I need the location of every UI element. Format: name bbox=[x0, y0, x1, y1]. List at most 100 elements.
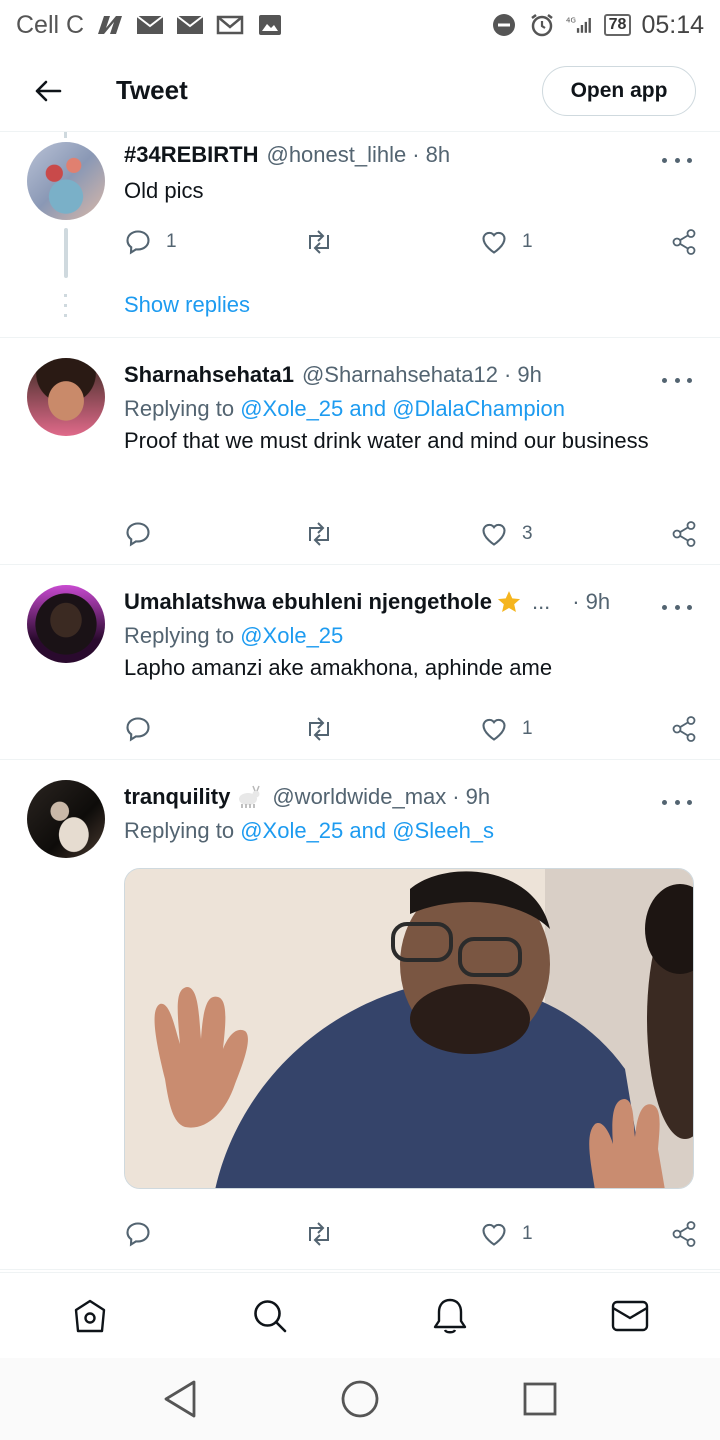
share-button[interactable] bbox=[670, 228, 698, 256]
circle-home-icon bbox=[341, 1380, 379, 1418]
like-button[interactable]: 3 bbox=[480, 521, 656, 547]
retweet-icon bbox=[309, 717, 329, 741]
nav-search[interactable] bbox=[240, 1286, 300, 1346]
timestamp[interactable]: 9h bbox=[586, 589, 610, 615]
display-name[interactable]: Umahlatshwa ebuhleni njengethole bbox=[124, 589, 492, 615]
separator-dot: · bbox=[504, 362, 512, 387]
share-icon bbox=[672, 229, 696, 255]
speech-bubble-icon bbox=[126, 717, 150, 742]
display-name[interactable]: tranquility bbox=[124, 784, 230, 810]
retweet-button[interactable] bbox=[304, 1221, 480, 1247]
tweet-text: Proof that we must drink water and mind … bbox=[124, 428, 649, 453]
retweet-button[interactable] bbox=[304, 521, 480, 547]
retweet-button[interactable] bbox=[304, 229, 480, 255]
mail-notification-icon bbox=[136, 14, 164, 36]
speech-bubble-icon bbox=[126, 522, 150, 547]
reply-count: 1 bbox=[166, 231, 177, 252]
clock: 05:14 bbox=[641, 10, 704, 39]
speech-bubble-icon bbox=[126, 1222, 150, 1247]
do-not-disturb-icon bbox=[490, 14, 518, 36]
like-button[interactable]: 1 bbox=[480, 229, 656, 255]
n-notification-icon bbox=[96, 14, 124, 36]
share-icon bbox=[672, 716, 696, 742]
system-home-button[interactable] bbox=[330, 1369, 390, 1429]
username[interactable]: @honest_lihle bbox=[266, 142, 406, 168]
carrier-label: Cell C bbox=[16, 10, 85, 39]
top-header: Tweet Open app bbox=[0, 50, 720, 132]
share-button[interactable] bbox=[670, 715, 698, 743]
avatar[interactable] bbox=[27, 585, 105, 663]
back-button[interactable] bbox=[18, 61, 78, 121]
system-recents-button[interactable] bbox=[510, 1369, 570, 1429]
gmail-notification-icon bbox=[216, 14, 244, 36]
nav-home[interactable] bbox=[60, 1286, 120, 1346]
more-options-button[interactable] bbox=[662, 792, 692, 812]
avatar[interactable] bbox=[27, 780, 105, 858]
more-horizontal-icon bbox=[662, 799, 667, 805]
bell-icon bbox=[433, 1298, 467, 1333]
status-bar: Cell C 4G 78 05:14 bbox=[0, 0, 720, 50]
replying-to-users-link[interactable]: @Xole_25 bbox=[240, 623, 343, 648]
share-icon bbox=[672, 521, 696, 547]
tweet-card[interactable]: Sharnahsehata1 @Sharnahsehata12 · 9h Rep… bbox=[0, 338, 720, 565]
system-navigation-bar bbox=[0, 1358, 720, 1440]
heart-icon bbox=[482, 1223, 506, 1246]
search-icon bbox=[254, 1299, 287, 1332]
replying-to-users-link[interactable]: @Xole_25 and @Sleeh_s bbox=[240, 818, 494, 843]
like-count: 1 bbox=[522, 1223, 533, 1244]
heart-icon bbox=[482, 231, 506, 254]
tweet-card[interactable]: Umahlatshwa ebuhleni njengethole ... · 9… bbox=[0, 565, 720, 760]
system-back-button[interactable] bbox=[150, 1369, 210, 1429]
reply-button[interactable] bbox=[124, 1220, 304, 1248]
bottom-navigation bbox=[0, 1272, 720, 1358]
separator-dot: · bbox=[572, 589, 580, 614]
more-options-button[interactable] bbox=[662, 597, 692, 617]
show-replies-link[interactable]: Show replies bbox=[124, 292, 250, 318]
envelope-icon bbox=[611, 1300, 649, 1331]
timestamp[interactable]: 9h bbox=[517, 362, 541, 388]
more-options-button[interactable] bbox=[662, 370, 692, 390]
avatar[interactable] bbox=[27, 142, 105, 220]
display-name[interactable]: #34REBIRTH bbox=[124, 142, 258, 168]
home-icon bbox=[74, 1299, 106, 1332]
mail-notification-icon-2 bbox=[176, 14, 204, 36]
reply-button[interactable] bbox=[124, 520, 304, 548]
goat-emoji-icon bbox=[234, 785, 262, 809]
share-button[interactable] bbox=[670, 1220, 698, 1248]
nav-notifications[interactable] bbox=[420, 1286, 480, 1346]
username[interactable]: ... bbox=[532, 589, 550, 615]
timestamp[interactable]: 9h bbox=[466, 784, 490, 810]
reply-button[interactable]: 1 bbox=[124, 228, 304, 256]
retweet-icon bbox=[309, 1222, 329, 1246]
reply-button[interactable] bbox=[124, 715, 304, 743]
like-button[interactable]: 1 bbox=[480, 716, 656, 742]
heart-icon bbox=[482, 523, 506, 546]
more-horizontal-icon bbox=[662, 157, 667, 163]
more-options-button[interactable] bbox=[662, 150, 692, 170]
svg-text:4G: 4G bbox=[566, 17, 576, 25]
avatar[interactable] bbox=[27, 358, 105, 436]
display-name[interactable]: Sharnahsehata1 bbox=[124, 362, 294, 388]
tweet-card[interactable]: tranquility @worldwide_max · 9h Replying… bbox=[0, 760, 720, 1270]
timestamp[interactable]: 8h bbox=[426, 142, 450, 168]
open-app-button[interactable]: Open app bbox=[542, 65, 696, 116]
more-horizontal-icon bbox=[662, 377, 667, 383]
replying-to-line: Replying to @Xole_25 and @Sleeh_s bbox=[124, 818, 696, 844]
share-button[interactable] bbox=[670, 520, 698, 548]
replying-to-users-link[interactable]: @Xole_25 and @DlalaChampion bbox=[240, 396, 565, 421]
tweet-card[interactable]: #34REBIRTH @honest_lihle · 8h Old pics 1… bbox=[0, 132, 720, 338]
retweet-button[interactable] bbox=[304, 716, 480, 742]
retweet-icon bbox=[309, 522, 329, 546]
more-horizontal-icon bbox=[662, 604, 667, 610]
nav-messages[interactable] bbox=[600, 1286, 660, 1346]
heart-icon bbox=[482, 718, 506, 741]
username[interactable]: @worldwide_max bbox=[272, 784, 446, 810]
page-title: Tweet bbox=[116, 75, 188, 105]
tweet-feed[interactable]: #34REBIRTH @honest_lihle · 8h Old pics 1… bbox=[0, 132, 720, 1272]
tweet-media-gif[interactable] bbox=[124, 868, 694, 1189]
replying-prefix: Replying to bbox=[124, 818, 235, 843]
like-count: 1 bbox=[522, 718, 533, 739]
like-button[interactable]: 1 bbox=[480, 1221, 656, 1247]
separator-dot: · bbox=[412, 142, 420, 167]
username[interactable]: @Sharnahsehata12 bbox=[302, 362, 498, 388]
